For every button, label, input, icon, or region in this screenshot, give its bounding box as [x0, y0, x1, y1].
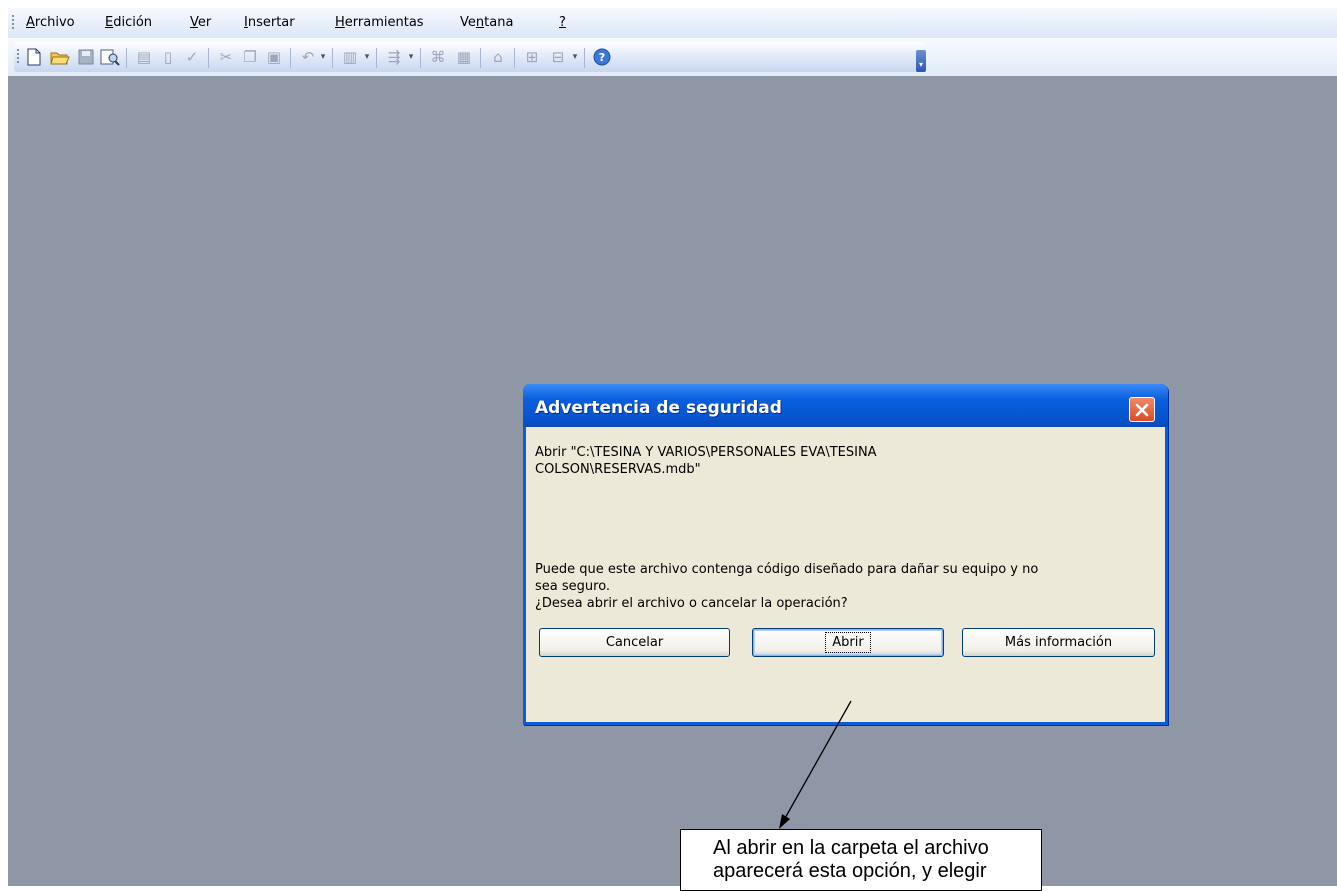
menu-ventana[interactable]: Ventana — [460, 15, 513, 30]
new-object-icon[interactable]: ⊞ — [522, 47, 542, 67]
warning-text-line-1: Puede que este archivo contenga código d… — [535, 562, 1039, 577]
undo-icon[interactable]: ↶ — [298, 47, 318, 67]
warning-text-line-2: sea seguro. — [535, 579, 611, 594]
security-warning-dialog: Advertencia de seguridad Abrir "C:\TESIN… — [523, 384, 1168, 725]
more-info-button-label: Más información — [1004, 635, 1113, 650]
cancel-button-label: Cancelar — [605, 635, 664, 650]
dialog-title-bar[interactable]: Advertencia de seguridad — [523, 384, 1168, 427]
file-path-line-1: Abrir "C:\TESINA Y VARIOS\PERSONALES EVA… — [535, 445, 877, 460]
paste-icon[interactable]: ▣ — [264, 47, 284, 67]
annotation-callout: Al abrir en la carpeta el archivo aparec… — [680, 829, 1042, 891]
toolbar-separator — [290, 48, 291, 68]
menu-bar: Archivo Edición Ver Insertar Herramienta… — [8, 8, 1337, 38]
office-links-dropdown-icon[interactable]: ▾ — [406, 47, 416, 67]
menu-insertar[interactable]: Insertar — [244, 15, 295, 30]
toolbar-separator — [480, 48, 481, 68]
toolbar-strip: ▤ ▯ ✓ ✂ ❐ ▣ ↶ ▾ ▥ ▾ ⇶ ▾ ⌘ ▦ ⌂ ⊞ ⊟ ▾ ? — [14, 42, 924, 72]
print-icon[interactable]: ▤ — [134, 47, 154, 67]
code-icon[interactable]: ⌘ — [428, 47, 448, 67]
menu-archivo[interactable]: Archivo — [26, 15, 75, 30]
menu-edicion-mnemonic: E — [105, 15, 114, 30]
menu-ventana-rest: tana — [484, 15, 514, 30]
undo-dropdown-icon[interactable]: ▾ — [318, 47, 328, 67]
annotation-line-1: Al abrir en la carpeta el archivo — [713, 837, 989, 859]
toolbar-grip-handle[interactable] — [17, 49, 19, 65]
toolbar-separator — [514, 48, 515, 68]
properties-icon[interactable]: ▦ — [454, 47, 474, 67]
menu-edicion[interactable]: Edición — [105, 15, 152, 30]
toolbar-separator — [332, 48, 333, 68]
menu-herramientas-mnemonic: H — [335, 15, 345, 30]
toolbar-options-icon[interactable]: ▾ — [916, 50, 926, 72]
svg-text:?: ? — [599, 51, 605, 64]
open-button-label: Abrir — [825, 632, 871, 653]
menu-insertar-rest: nsertar — [247, 15, 295, 30]
analyze-dropdown-icon[interactable]: ▾ — [362, 47, 372, 67]
office-links-icon[interactable]: ⇶ — [384, 47, 404, 67]
menu-archivo-mnemonic: A — [26, 15, 35, 30]
spelling-icon[interactable]: ✓ — [182, 47, 202, 67]
copy-icon[interactable]: ❐ — [240, 47, 260, 67]
close-button[interactable] — [1129, 397, 1155, 422]
more-info-button[interactable]: Más información — [962, 628, 1155, 657]
menu-archivo-rest: rchivo — [34, 15, 75, 30]
cut-icon[interactable]: ✂ — [216, 47, 236, 67]
database-toolbar: ▤ ▯ ✓ ✂ ❐ ▣ ↶ ▾ ▥ ▾ ⇶ ▾ ⌘ ▦ ⌂ ⊞ ⊟ ▾ ? ▾ — [8, 38, 1337, 76]
menu-herramientas-rest: erramientas — [344, 15, 424, 30]
save-icon[interactable] — [76, 47, 96, 67]
open-icon[interactable] — [50, 47, 70, 67]
new-table-icon[interactable]: ⊟ — [548, 47, 568, 67]
menu-help-label: ? — [559, 15, 566, 30]
annotation-line-2: aparecerá esta opción, y elegir — [713, 860, 987, 882]
toolbar-separator — [376, 48, 377, 68]
dialog-body: Abrir "C:\TESINA Y VARIOS\PERSONALES EVA… — [526, 427, 1165, 722]
cancel-button[interactable]: Cancelar — [539, 628, 730, 657]
relationships-icon[interactable]: ⌂ — [488, 47, 508, 67]
question-text: ¿Desea abrir el archivo o cancelar la op… — [535, 596, 848, 611]
toolbar-separator — [420, 48, 421, 68]
menu-grip-handle[interactable] — [12, 15, 14, 31]
toolbar-separator — [584, 48, 585, 68]
print-preview-icon[interactable]: ▯ — [158, 47, 178, 67]
new-icon[interactable] — [24, 47, 44, 67]
toolbar-separator — [208, 48, 209, 68]
analyze-icon[interactable]: ▥ — [340, 47, 360, 67]
help-icon[interactable]: ? — [592, 47, 612, 67]
menu-edicion-rest: dición — [113, 15, 153, 30]
menu-ver-mnemonic: V — [190, 15, 198, 30]
open-button[interactable]: Abrir — [752, 628, 944, 657]
menu-help[interactable]: ? — [559, 15, 566, 30]
menu-ver[interactable]: Ver — [190, 15, 211, 30]
file-search-icon[interactable] — [100, 47, 120, 67]
close-icon — [1135, 403, 1149, 416]
toolbar-separator — [126, 48, 127, 68]
file-path-line-2: COLSON\RESERVAS.mdb" — [535, 462, 701, 477]
dialog-title: Advertencia de seguridad — [535, 398, 782, 418]
menu-ver-rest: er — [197, 15, 212, 30]
menu-ventana-pre: Ve — [460, 15, 476, 30]
new-object-dropdown-icon[interactable]: ▾ — [570, 47, 580, 67]
menu-herramientas[interactable]: Herramientas — [335, 15, 424, 30]
menu-ventana-mnemonic: n — [475, 15, 485, 30]
